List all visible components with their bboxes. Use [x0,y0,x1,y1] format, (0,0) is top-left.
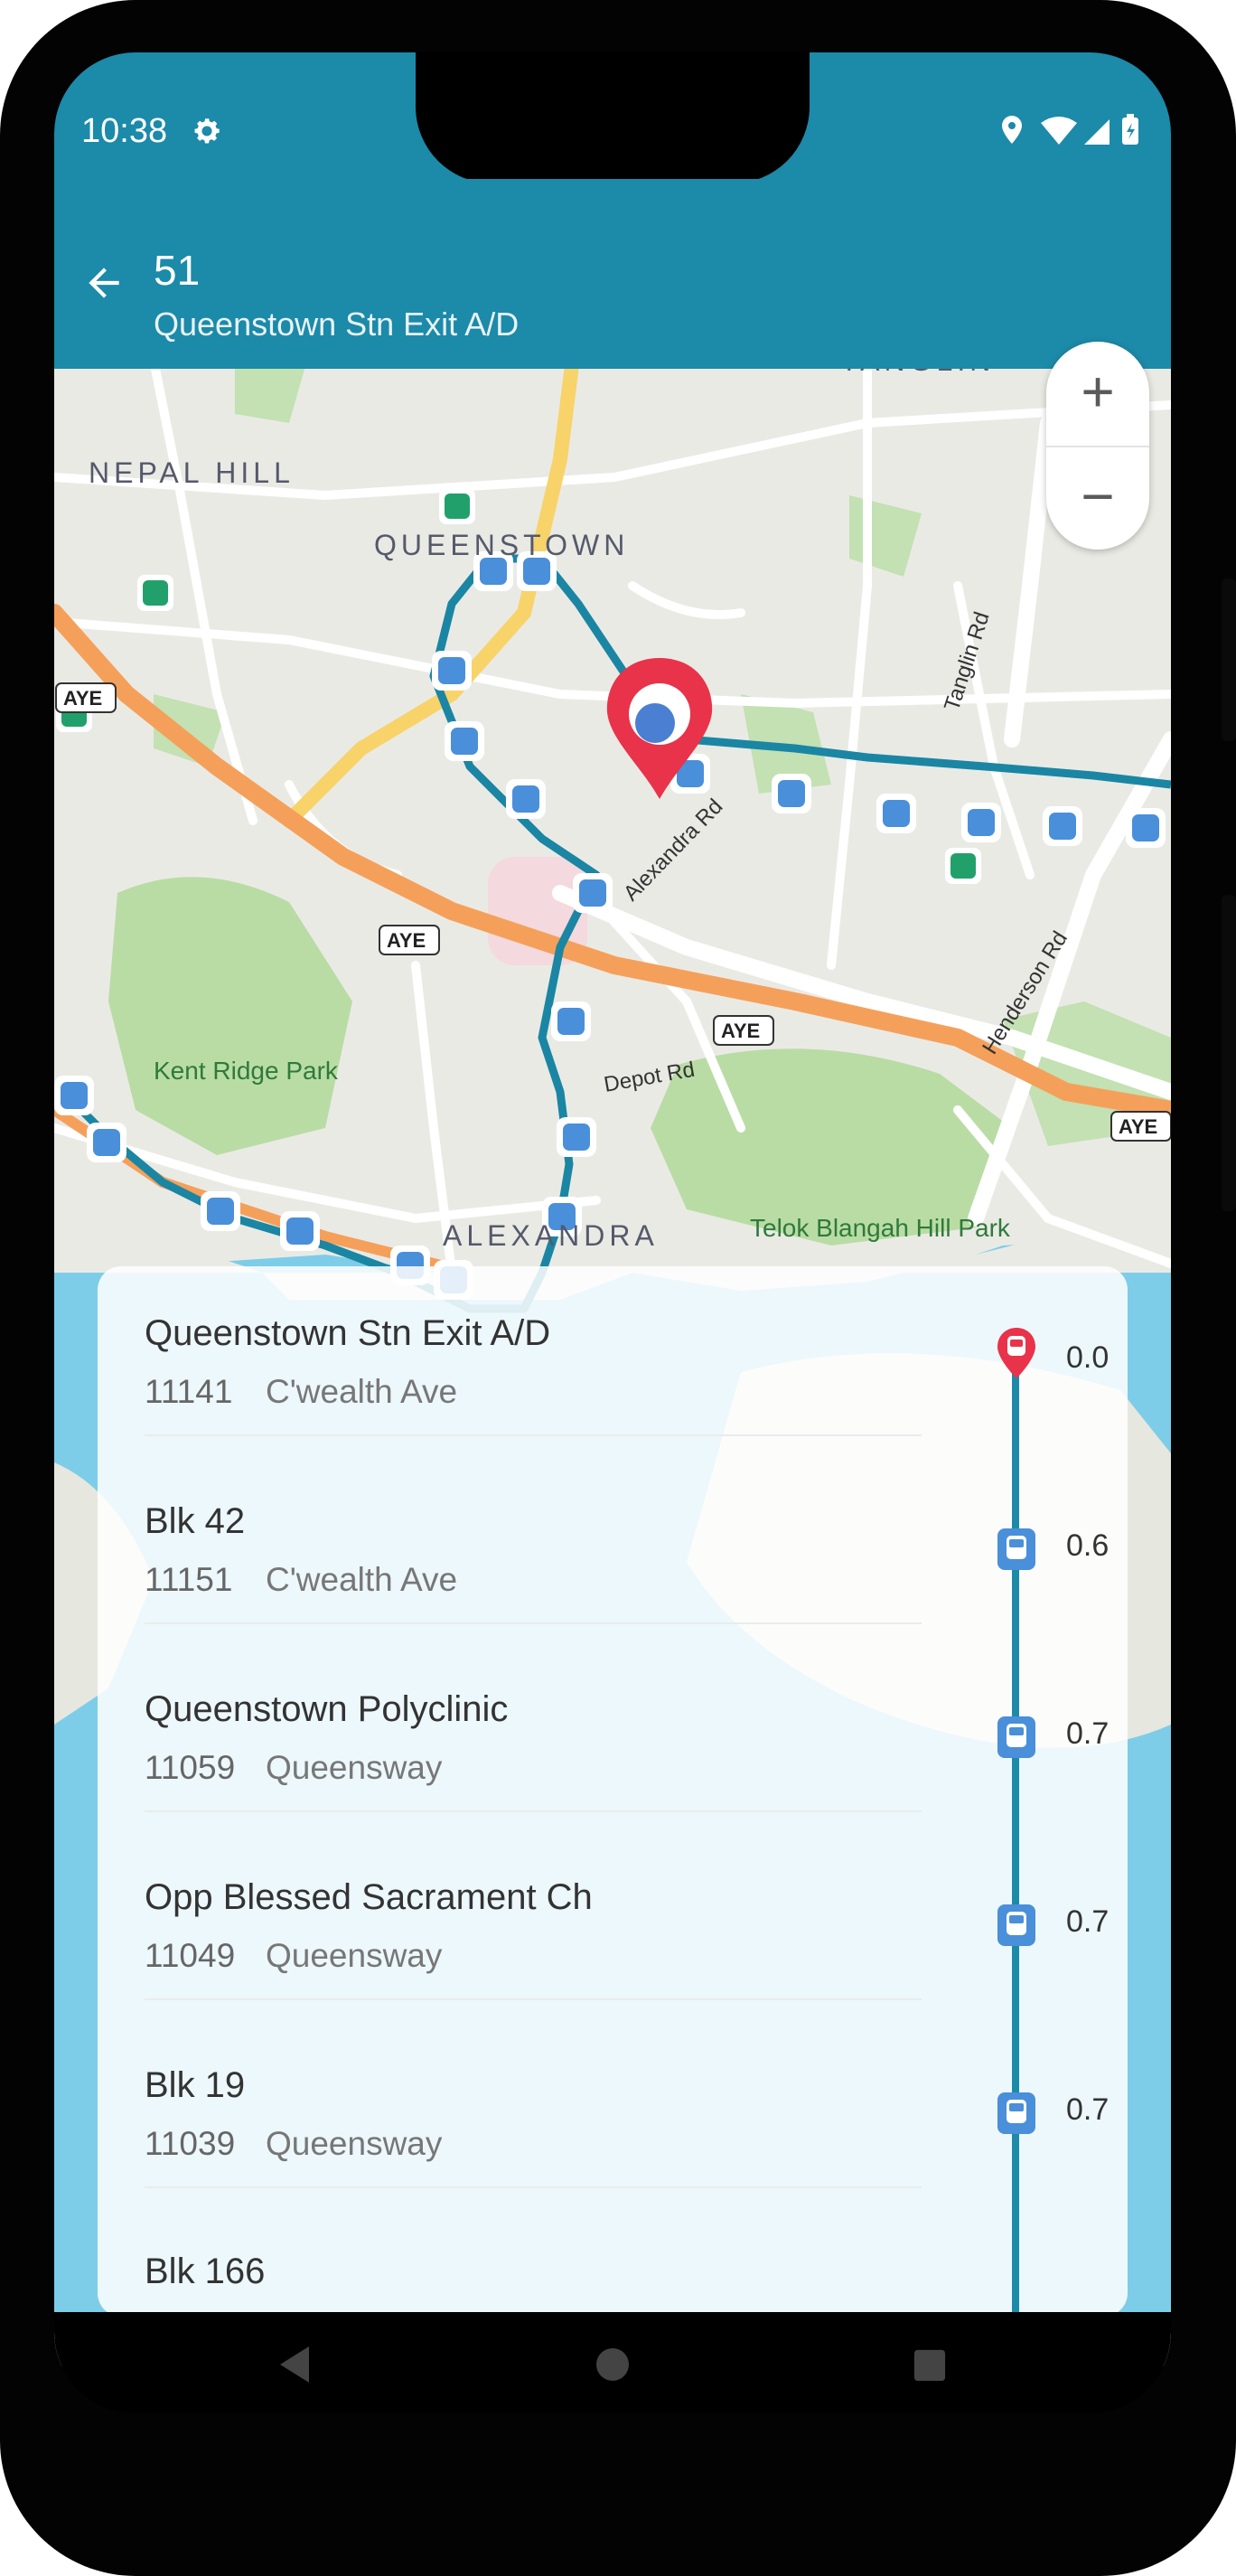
road-tanglin [1004,415,1056,747]
nav-back-icon[interactable] [276,2345,313,2384]
label-nepal-hill: NEPAL HILL [89,456,295,489]
divider [145,1998,922,2000]
screen: AYE AYE AYE AYE TANGLIN NEPAL HILL QUEEN… [54,52,1171,2413]
label-alexandra-rd: Alexandra Rd [619,794,727,906]
svg-text:AYE: AYE [387,929,426,952]
stop-distance: 0.7 [1066,1904,1110,1939]
phone-frame: AYE AYE AYE AYE TANGLIN NEPAL HILL QUEEN… [0,0,1236,2576]
label-telok: Telok Blangah Hill Park [750,1214,1011,1242]
svg-text:AYE: AYE [63,687,102,710]
current-stop-pin-icon [997,1328,1035,1378]
stop-name: Opp Blessed Sacrament Ch [145,1877,593,1917]
wifi-icon [1041,117,1077,145]
stop-name: Queenstown Polyclinic [145,1689,509,1729]
status-icons [1002,114,1138,145]
label-queenstown: QUEENSTOWN [374,529,629,561]
divider [145,1622,922,1624]
park-kentridge [108,877,352,1155]
stop-code: 11039 [145,2125,236,2162]
stop-distance: 0.6 [1066,1528,1110,1563]
bus-stop-icon [997,2092,1035,2134]
stop-code: 11141 [145,1373,233,1410]
stop-code: 11049 [145,1937,236,1974]
nav-home-icon[interactable] [595,2346,631,2383]
stop-code: 11151 [145,1561,233,1598]
stop-road: Queensway [266,1749,443,1786]
stop-name: Blk 19 [145,2065,246,2105]
stop-road: C'wealth Ave [266,1373,458,1410]
svg-text:AYE: AYE [721,1020,760,1042]
app-bar: 51 Queenstown Stn Exit A/D [54,179,1171,369]
zoom-controls: + − [1046,342,1149,550]
route-number: 51 [154,247,201,294]
stop-road: Queensway [266,1937,443,1974]
stop-distance: 0.7 [1066,2092,1110,2127]
zoom-out-button[interactable]: − [1046,447,1149,550]
label-kent-ridge: Kent Ridge Park [154,1057,339,1085]
back-arrow-icon[interactable] [81,260,126,306]
park-small4 [849,495,922,577]
svg-text:AYE: AYE [1119,1115,1157,1138]
stops-panel[interactable]: Queenstown Stn Exit A/D 11141 C'wealth A… [98,1266,1128,2317]
route-subtitle: Queenstown Stn Exit A/D [154,306,520,343]
stop-code: 11059 [145,1749,236,1786]
divider [145,1434,922,1436]
gear-icon [194,118,220,144]
divider [145,2186,922,2188]
bus-stop-icon [997,1904,1035,1946]
power-button [1222,578,1236,741]
divider [145,1810,922,1812]
label-alexandra: ALEXANDRA [443,1219,659,1252]
stop-road: Queensway [266,2125,443,2162]
location-icon [1002,116,1022,144]
stop-name: Blk 42 [145,1501,246,1541]
stop-name: Blk 166 [145,2252,266,2291]
status-time: 10:38 [81,112,168,150]
stop-road: C'wealth Ave [266,1561,458,1598]
zoom-in-button[interactable]: + [1046,342,1149,445]
stop-distance: 0.0 [1066,1340,1110,1375]
navigation-bar [54,2312,1171,2413]
route-timeline [1012,1331,1019,2317]
signal-icon [1084,119,1110,145]
bus-stop-icon [997,1716,1035,1758]
camera-notch [416,52,810,183]
stop-name: Queenstown Stn Exit A/D [145,1313,551,1353]
stop-distance: 0.7 [1066,1716,1110,1751]
nav-recents-icon[interactable] [913,2348,947,2383]
bus-stop-icon [997,1528,1035,1570]
volume-button [1222,895,1236,1211]
battery-icon [1122,114,1138,145]
